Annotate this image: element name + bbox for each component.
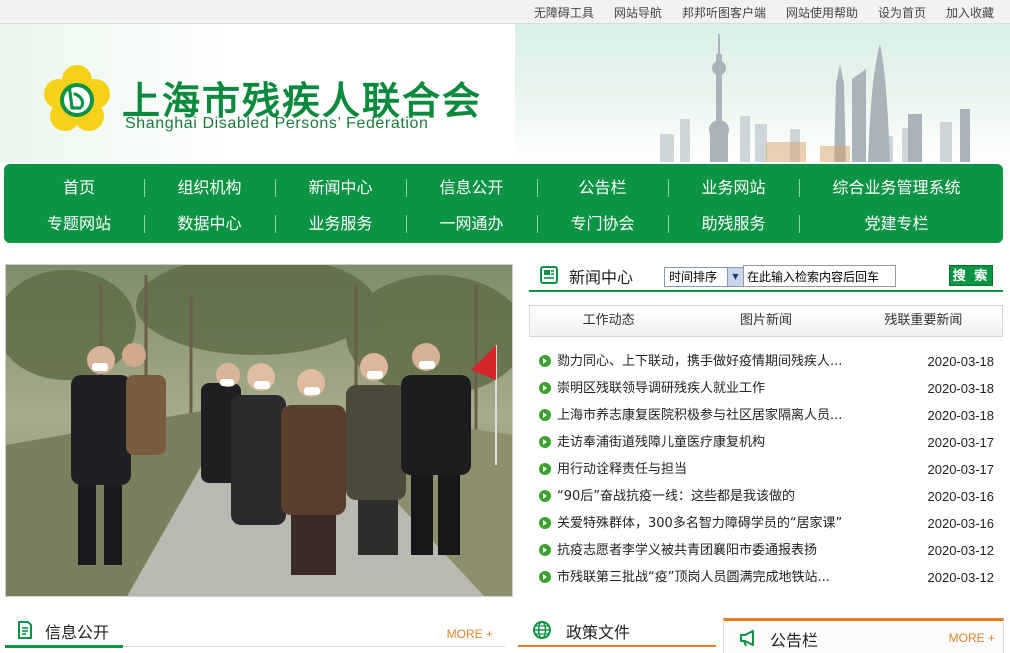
search-input[interactable] bbox=[743, 265, 896, 287]
news-tabs: 工作动态 图片新闻 残联重要新闻 bbox=[529, 305, 1003, 337]
bullet-arrow-icon bbox=[539, 436, 551, 448]
set-homepage-link[interactable]: 设为首页 bbox=[878, 4, 926, 21]
news-date: 2020-03-12 bbox=[927, 543, 995, 558]
bullet-arrow-icon bbox=[539, 463, 551, 475]
nav-associations[interactable]: 专门协会 bbox=[537, 206, 668, 241]
news-date: 2020-03-18 bbox=[927, 354, 995, 369]
tab-work-updates[interactable]: 工作动态 bbox=[530, 306, 687, 336]
tab-important-news[interactable]: 残联重要新闻 bbox=[845, 306, 1002, 336]
news-photo-slideshow[interactable] bbox=[5, 264, 513, 597]
nav-management-system[interactable]: 综合业务管理系统 bbox=[799, 170, 994, 205]
list-item[interactable]: 关爱特殊群体，300多名智力障碍学员的“居家课” 2020-03-16 bbox=[529, 510, 1003, 537]
news-headline[interactable]: “90后”奋战抗疫一线：这些都是我该做的 bbox=[557, 483, 877, 510]
info-disclosure-section: 信息公开 MORE + bbox=[5, 612, 505, 653]
news-date: 2020-03-12 bbox=[927, 570, 995, 585]
notice-board-title[interactable]: 公告栏 bbox=[770, 627, 818, 651]
news-headline[interactable]: 崇明区残联领导调研残疾人就业工作 bbox=[557, 375, 877, 402]
bullet-arrow-icon bbox=[539, 382, 551, 394]
sdpf-emblem-icon[interactable] bbox=[42, 64, 112, 136]
site-map-link[interactable]: 网站导航 bbox=[614, 4, 662, 21]
info-disclosure-more-link[interactable]: MORE + bbox=[447, 627, 493, 641]
main-navigation: 首页 组织机构 新闻中心 信息公开 公告栏 业务网站 综合业务管理系统 专题网站… bbox=[4, 164, 1003, 243]
nav-info-disclosure[interactable]: 信息公开 bbox=[406, 170, 537, 205]
news-photo-image[interactable] bbox=[6, 265, 513, 597]
news-headline[interactable]: 勠力同心、上下联动，携手做好疫情期间残疾人... bbox=[557, 348, 877, 375]
bullet-arrow-icon bbox=[539, 517, 551, 529]
list-item[interactable]: 抗疫志愿者李学义被共青团襄阳市委通报表扬 2020-03-12 bbox=[529, 537, 1003, 564]
info-disclosure-header: 信息公开 MORE + bbox=[5, 612, 505, 648]
nav-notice-board[interactable]: 公告栏 bbox=[537, 170, 668, 205]
news-headline[interactable]: 走访奉浦街道残障儿童医疗康复机构 bbox=[557, 429, 877, 456]
top-utility-bar: 无障碍工具 网站导航 邦邦听图客户端 网站使用帮助 设为首页 加入收藏 bbox=[0, 0, 1010, 24]
notice-board-more-link[interactable]: MORE + bbox=[949, 631, 995, 645]
sort-order-value: 时间排序 bbox=[669, 270, 718, 284]
list-item[interactable]: 走访奉浦街道残障儿童医疗康复机构 2020-03-17 bbox=[529, 429, 1003, 456]
shanghai-skyline-illustration bbox=[660, 34, 970, 162]
nav-news-center[interactable]: 新闻中心 bbox=[275, 170, 406, 205]
list-item[interactable]: 崇明区残联领导调研残疾人就业工作 2020-03-18 bbox=[529, 375, 1003, 402]
audio-client-link[interactable]: 邦邦听图客户端 bbox=[682, 4, 766, 21]
bullet-arrow-icon bbox=[539, 544, 551, 556]
list-item[interactable]: 市残联第三批战“疫”顶岗人员圆满完成地铁站... 2020-03-12 bbox=[529, 564, 1003, 591]
search-button[interactable]: 搜 索 bbox=[949, 265, 993, 286]
news-date: 2020-03-17 bbox=[927, 462, 995, 477]
news-date: 2020-03-18 bbox=[927, 381, 995, 396]
nav-one-stop-service[interactable]: 一网通办 bbox=[406, 206, 537, 241]
nav-row-primary: 首页 组织机构 新闻中心 信息公开 公告栏 业务网站 综合业务管理系统 bbox=[14, 170, 994, 205]
utility-links: 无障碍工具 网站导航 邦邦听图客户端 网站使用帮助 设为首页 加入收藏 bbox=[514, 0, 994, 24]
site-header: 上海市残疾人联合会 Shanghai Disabled Persons’ Fed… bbox=[0, 24, 1010, 162]
news-headline[interactable]: 关爱特殊群体，300多名智力障碍学员的“居家课” bbox=[557, 510, 877, 537]
tab-photo-news[interactable]: 图片新闻 bbox=[687, 306, 844, 336]
news-headline[interactable]: 市残联第三批战“疫”顶岗人员圆满完成地铁站... bbox=[557, 564, 877, 591]
news-date: 2020-03-18 bbox=[927, 408, 995, 423]
news-panel-title[interactable]: 新闻中心 bbox=[569, 264, 633, 288]
nav-data-center[interactable]: 数据中心 bbox=[144, 206, 275, 241]
news-date: 2020-03-16 bbox=[927, 516, 995, 531]
news-panel-header: 新闻中心 时间排序 ▼ 搜 索 bbox=[529, 262, 1003, 292]
nav-business-sites[interactable]: 业务网站 bbox=[668, 170, 799, 205]
nav-row-secondary: 专题网站 数据中心 业务服务 一网通办 专门协会 助残服务 党建专栏 bbox=[14, 206, 994, 241]
info-disclosure-title[interactable]: 信息公开 bbox=[45, 619, 109, 643]
document-icon bbox=[18, 621, 32, 639]
policy-documents-section: 政策文件 bbox=[518, 612, 716, 653]
section-underline bbox=[5, 645, 123, 648]
section-underline bbox=[518, 645, 716, 647]
list-item[interactable]: 勠力同心、上下联动，携手做好疫情期间残疾人... 2020-03-18 bbox=[529, 348, 1003, 375]
notice-board-header: 公告栏 MORE + bbox=[723, 618, 1004, 653]
news-center-panel: 新闻中心 时间排序 ▼ 搜 索 工作动态 图片新闻 残联重要新闻 勠力同心、上下… bbox=[529, 262, 1003, 598]
news-date: 2020-03-16 bbox=[927, 489, 995, 504]
globe-icon bbox=[533, 621, 551, 639]
news-list: 勠力同心、上下联动，携手做好疫情期间残疾人... 2020-03-18 崇明区残联… bbox=[529, 348, 1003, 591]
megaphone-icon bbox=[740, 630, 754, 647]
news-headline[interactable]: 上海市养志康复医院积极参与社区居家隔离人员... bbox=[557, 402, 877, 429]
bullet-arrow-icon bbox=[539, 409, 551, 421]
newspaper-icon bbox=[540, 266, 558, 284]
list-item[interactable]: “90后”奋战抗疫一线：这些都是我该做的 2020-03-16 bbox=[529, 483, 1003, 510]
policy-documents-header: 政策文件 bbox=[518, 612, 716, 647]
accessibility-tools-link[interactable]: 无障碍工具 bbox=[534, 4, 594, 21]
chevron-down-icon[interactable]: ▼ bbox=[727, 268, 743, 286]
list-item[interactable]: 上海市养志康复医院积极参与社区居家隔离人员... 2020-03-18 bbox=[529, 402, 1003, 429]
bullet-arrow-icon bbox=[539, 355, 551, 367]
nav-organization[interactable]: 组织机构 bbox=[144, 170, 275, 205]
add-favorite-link[interactable]: 加入收藏 bbox=[946, 4, 994, 21]
nav-business-services[interactable]: 业务服务 bbox=[275, 206, 406, 241]
site-subtitle: Shanghai Disabled Persons’ Federation bbox=[125, 115, 429, 132]
notice-board-section: 公告栏 MORE + bbox=[723, 618, 1004, 653]
nav-assistance-services[interactable]: 助残服务 bbox=[668, 206, 799, 241]
sort-order-select[interactable]: 时间排序 ▼ bbox=[664, 267, 744, 287]
news-headline[interactable]: 用行动诠释责任与担当 bbox=[557, 456, 877, 483]
nav-home[interactable]: 首页 bbox=[14, 170, 144, 205]
site-help-link[interactable]: 网站使用帮助 bbox=[786, 4, 858, 21]
news-date: 2020-03-17 bbox=[927, 435, 995, 450]
bullet-arrow-icon bbox=[539, 571, 551, 583]
nav-party-column[interactable]: 党建专栏 bbox=[799, 206, 994, 241]
bullet-arrow-icon bbox=[539, 490, 551, 502]
nav-topic-sites[interactable]: 专题网站 bbox=[14, 206, 144, 241]
news-headline[interactable]: 抗疫志愿者李学义被共青团襄阳市委通报表扬 bbox=[557, 537, 877, 564]
policy-documents-title[interactable]: 政策文件 bbox=[566, 619, 630, 643]
list-item[interactable]: 用行动诠释责任与担当 2020-03-17 bbox=[529, 456, 1003, 483]
